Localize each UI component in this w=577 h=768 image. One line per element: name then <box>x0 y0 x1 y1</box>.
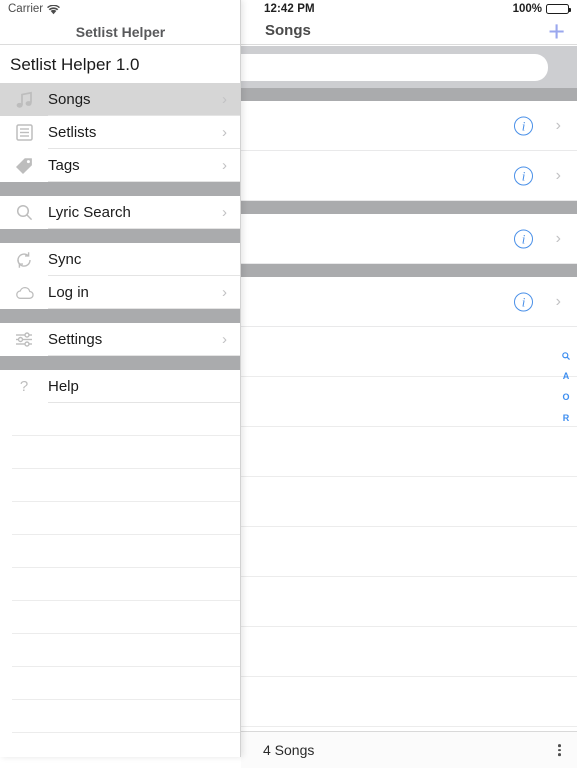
battery-percent-label: 100% <box>512 3 542 15</box>
sidebar-status-bar: Carrier <box>0 0 240 20</box>
chevron-right-icon: › <box>555 229 561 247</box>
sidebar-empty-row <box>0 667 240 700</box>
sidebar-empty-row <box>0 700 240 733</box>
sidebar-item-log-in[interactable]: Log in › <box>0 276 240 309</box>
sidebar-item-help[interactable]: ? Help <box>0 370 240 403</box>
search-icon[interactable] <box>562 352 570 360</box>
bottom-toolbar: 4 Songs <box>241 731 577 768</box>
empty-row <box>241 627 577 677</box>
sync-refresh-icon <box>0 251 48 269</box>
empty-row <box>241 527 577 577</box>
status-bar-carrier: Carrier <box>8 3 44 15</box>
sidebar-item-label: Tags <box>48 157 80 174</box>
sidebar-empty-row <box>0 568 240 601</box>
question-mark-icon: ? <box>19 378 29 395</box>
music-note-icon <box>0 91 48 109</box>
sidebar-item-label: Songs <box>48 91 91 108</box>
index-letter-R[interactable]: R <box>563 413 570 423</box>
chevron-right-icon: › <box>222 284 227 301</box>
sidebar-group-divider <box>0 356 240 370</box>
status-bar-battery-group: 100% <box>512 3 571 15</box>
plus-icon[interactable]: + <box>548 18 565 47</box>
sidebar-popover: Carrier Setlist Helper Setlist Helper 1.… <box>0 0 241 757</box>
sidebar-item-settings[interactable]: Settings › <box>0 323 240 356</box>
chevron-right-icon: › <box>222 91 227 108</box>
info-circle-icon[interactable]: i <box>514 166 533 185</box>
kebab-menu-icon[interactable] <box>558 744 561 756</box>
index-letter-O[interactable]: O <box>562 392 569 402</box>
detail-page-title: Songs <box>265 22 311 39</box>
list-section-header <box>241 264 577 277</box>
sidebar-item-tags[interactable]: Tags › <box>0 149 240 182</box>
sidebar-item-label: Lyric Search <box>48 204 131 221</box>
empty-row <box>241 677 577 727</box>
chevron-right-icon: › <box>555 292 561 310</box>
chevron-right-icon: › <box>222 204 227 221</box>
list-document-icon <box>0 124 48 141</box>
empty-row <box>241 327 577 377</box>
app-version-header: Setlist Helper 1.0 <box>0 46 240 83</box>
info-circle-icon[interactable]: i <box>514 229 533 248</box>
sidebar-item-label: Setlists <box>48 124 97 141</box>
empty-row <box>241 577 577 627</box>
sidebar-group-divider <box>0 182 240 196</box>
table-row[interactable]: i › <box>241 214 577 264</box>
sidebar-empty-row <box>0 403 240 436</box>
song-count-label: 4 Songs <box>263 742 315 758</box>
sidebar-empty-row <box>0 502 240 535</box>
chevron-right-icon: › <box>555 166 561 184</box>
sidebar-item-label: Log in <box>48 284 89 301</box>
detail-status-bar: 12:42 PM 100% <box>241 0 577 20</box>
chevron-right-icon: › <box>555 116 561 134</box>
sidebar-group-divider <box>0 309 240 323</box>
sidebar-item-label: Sync <box>48 251 82 268</box>
cloud-icon <box>0 286 48 300</box>
table-row[interactable]: i › <box>241 277 577 327</box>
app-root: 12:42 PM 100% Songs + i › i › i › i › A … <box>0 0 577 768</box>
empty-row <box>241 377 577 427</box>
sidebar-empty-row <box>0 436 240 469</box>
table-row[interactable]: i › <box>241 101 577 151</box>
wifi-icon <box>47 5 60 15</box>
sidebar-item-label: Settings <box>48 331 103 348</box>
sidebar-empty-row <box>0 535 240 568</box>
empty-row <box>241 477 577 527</box>
chevron-right-icon: › <box>222 157 227 174</box>
list-section-header <box>241 88 577 101</box>
status-bar-time: 12:42 PM <box>264 3 315 15</box>
table-row[interactable]: i › <box>241 151 577 201</box>
sidebar-empty-row <box>0 634 240 667</box>
chevron-right-icon: › <box>222 124 227 141</box>
search-bar-container <box>181 46 577 88</box>
tag-icon <box>0 157 48 175</box>
sliders-icon <box>0 332 48 347</box>
chevron-right-icon: › <box>222 331 227 348</box>
index-letter-A[interactable]: A <box>563 371 570 381</box>
info-circle-icon[interactable]: i <box>514 292 533 311</box>
sidebar-item-lyric-search[interactable]: Lyric Search › <box>0 196 240 229</box>
empty-row <box>241 427 577 477</box>
sidebar-empty-row <box>0 601 240 634</box>
sidebar-group-divider <box>0 229 240 243</box>
sidebar-item-sync[interactable]: Sync <box>0 243 240 276</box>
sidebar-empty-row <box>0 733 240 757</box>
search-icon <box>0 204 48 221</box>
sidebar-item-setlists[interactable]: Setlists › <box>0 116 240 149</box>
battery-nub <box>569 8 571 12</box>
sidebar-item-label: Help <box>48 378 79 395</box>
sidebar-empty-row <box>0 469 240 502</box>
sidebar-title: Setlist Helper <box>75 24 166 40</box>
songs-list[interactable]: i › i › i › i › <box>241 88 577 768</box>
section-index-bar[interactable]: A O R <box>557 352 575 423</box>
sidebar-menu: Setlist Helper 1.0 Songs › Setlists › Ta… <box>0 46 240 757</box>
info-circle-icon[interactable]: i <box>514 116 533 135</box>
battery-icon <box>546 4 571 14</box>
list-section-header <box>241 201 577 214</box>
sidebar-item-songs[interactable]: Songs › <box>0 83 240 116</box>
sidebar-navigation-bar: Setlist Helper <box>0 20 240 45</box>
detail-navigation-bar: Songs + <box>241 18 577 47</box>
